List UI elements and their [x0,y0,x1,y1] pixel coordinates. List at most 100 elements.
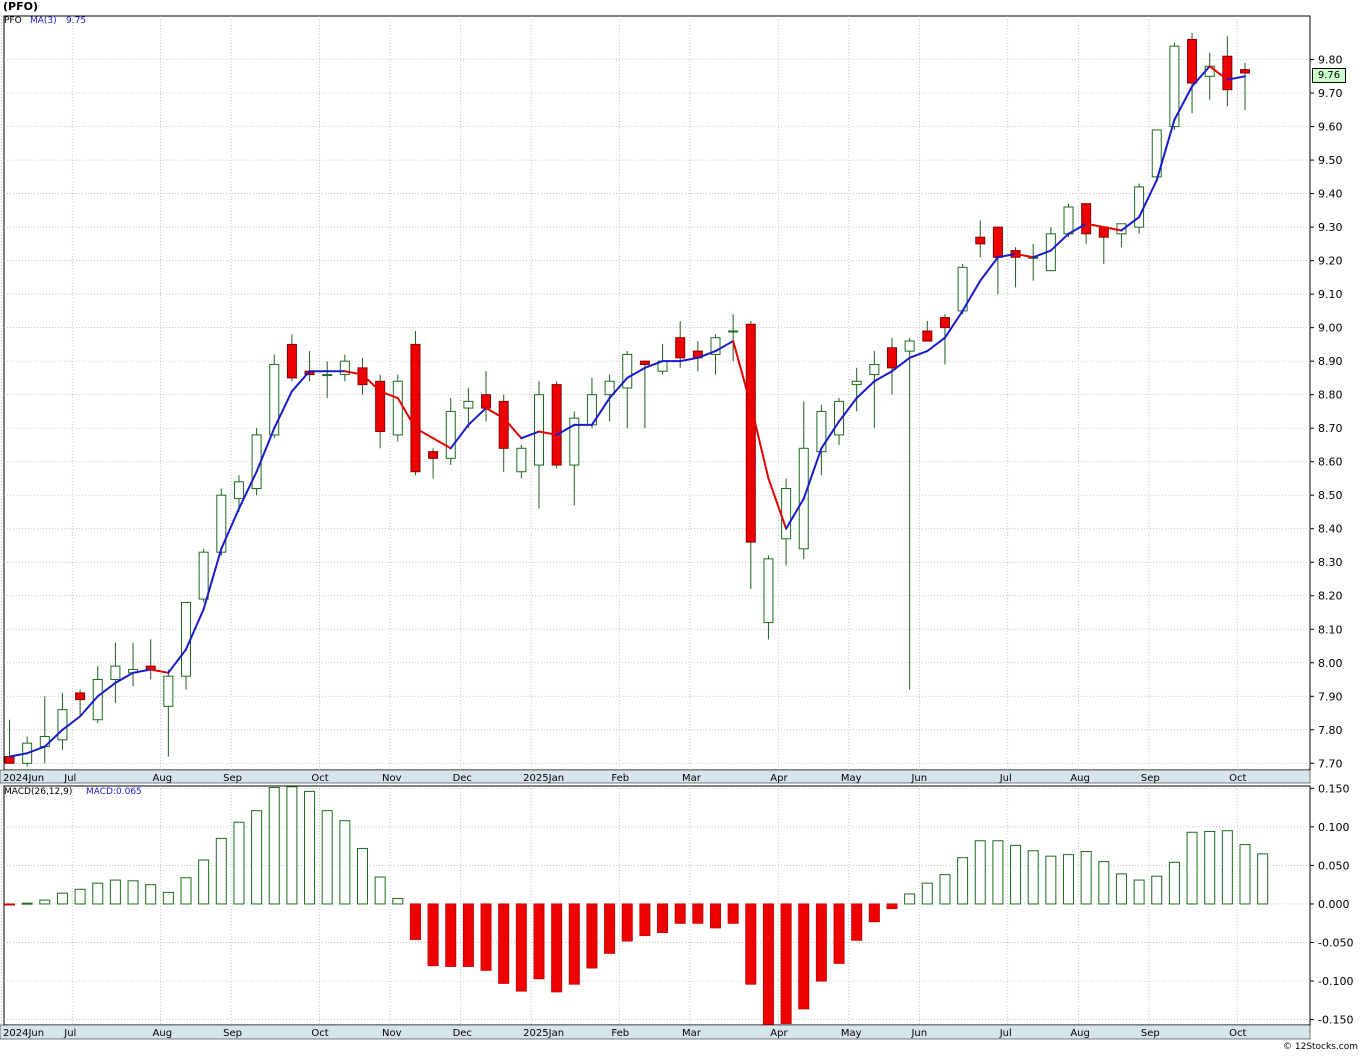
candle-body [57,709,68,741]
macd-bar [374,876,386,905]
macd-bar [1204,830,1216,905]
macd-bar [215,837,227,905]
ma-label: MA(3) [30,16,57,26]
candle-body [851,380,862,386]
price-tick-label: 9.20 [1318,255,1343,268]
candle-body [745,323,756,543]
candle-body [198,551,209,600]
macd-bar [1151,875,1163,905]
candle-body [922,330,933,342]
price-month-label: Apr [770,773,788,784]
candle-body [1134,186,1145,228]
macd-month-label: Jun [910,1028,927,1039]
macd-bar [533,903,545,980]
macd-bar [833,903,845,964]
macd-panel [3,785,1311,1026]
macd-bar [1080,851,1092,905]
candle-body [869,364,880,376]
macd-bar [392,898,404,905]
macd-tick-label: 0.050 [1318,859,1350,872]
macd-bar [462,903,474,967]
price-month-label: Aug [153,773,173,784]
candle-body [781,488,792,540]
macd-value: MACD:0.065 [86,787,142,797]
price-month-label: Oct [1229,773,1246,784]
macd-bar [92,882,104,905]
macd-bar [886,903,898,910]
macd-bar [357,847,368,905]
candle-body [269,364,280,436]
price-tick-label: 9.60 [1318,121,1343,134]
candle-body [992,226,1003,258]
price-date-axis [0,769,1311,784]
candle-body [1187,38,1198,84]
price-tick-label: 9.80 [1318,54,1343,67]
price-tick-label: 8.40 [1318,523,1343,536]
candle-body [728,330,739,333]
macd-bar [4,903,15,906]
macd-bar [657,903,669,933]
macd-month-label: Jul [63,1028,76,1039]
macd-bar [1115,873,1127,905]
macd-month-label: May [841,1028,862,1039]
price-tick-label: 8.60 [1318,456,1343,469]
macd-bar [198,859,210,905]
candle-body [75,692,86,701]
price-tick-label: 8.80 [1318,389,1343,402]
macd-month-label: Dec [453,1028,472,1039]
macd-bar [233,821,245,905]
macd-bar [1098,861,1110,905]
ma-value: 9.75 [66,16,87,26]
candle-body [110,665,121,681]
price-month-label: Mar [682,773,702,784]
macd-month-label: Oct [311,1028,328,1039]
macd-month-label: Apr [770,1028,788,1039]
macd-bar [1257,853,1269,905]
price-panel [3,15,1311,771]
macd-bar [251,810,263,905]
candle-body [551,384,562,466]
candle-body [816,410,827,453]
candle-body [39,735,50,748]
macd-bar [586,903,598,969]
macd-bar [304,790,316,905]
macd-bar [445,903,457,967]
macd-tick-label: -0.050 [1318,937,1353,950]
macd-bar [21,902,33,905]
macd-bar [286,786,298,905]
macd-bar [127,880,139,905]
macd-bar [109,879,121,905]
macd-date-axis [0,1024,1311,1040]
candle-body [975,236,986,245]
macd-bar [268,787,280,905]
macd-month-label: Mar [682,1028,702,1039]
chart-svg: 9.80 9.70 9.60 9.50 9.40 9.30 9.20 9.10 9.00 8.90… [0,15,1353,1040]
symbol-label: PFO [4,16,22,26]
macd-bar [851,903,863,941]
price-month-label: Sep [223,773,242,784]
price-tick-label: 8.30 [1318,556,1343,569]
macd-bar [480,903,492,971]
copyright: © 12Stocks.com [1283,1042,1358,1052]
macd-bar [427,903,439,967]
macd-bar [780,903,792,1024]
chart-title: (PFO) [3,0,38,13]
price-month-label: Nov [382,773,402,784]
macd-bar [904,893,916,905]
price-month-label: 2025Jan [523,773,564,784]
macd-month-label: Aug [1070,1028,1090,1039]
price-tick-label: 8.50 [1318,489,1343,502]
macd-bar [1133,879,1145,905]
price-tick-label: 7.80 [1318,724,1343,737]
price-month-label: Aug [1070,773,1090,784]
macd-bar [992,840,1004,905]
macd-month-label: Oct [1229,1028,1246,1039]
macd-bar [39,899,51,905]
macd-bar [1168,861,1180,905]
price-month-label: Jul [999,773,1012,784]
macd-bar [798,903,810,1010]
macd-bar [56,892,68,905]
macd-bar [815,903,827,982]
candle-body [4,756,15,764]
macd-month-label: Jul [999,1028,1012,1039]
